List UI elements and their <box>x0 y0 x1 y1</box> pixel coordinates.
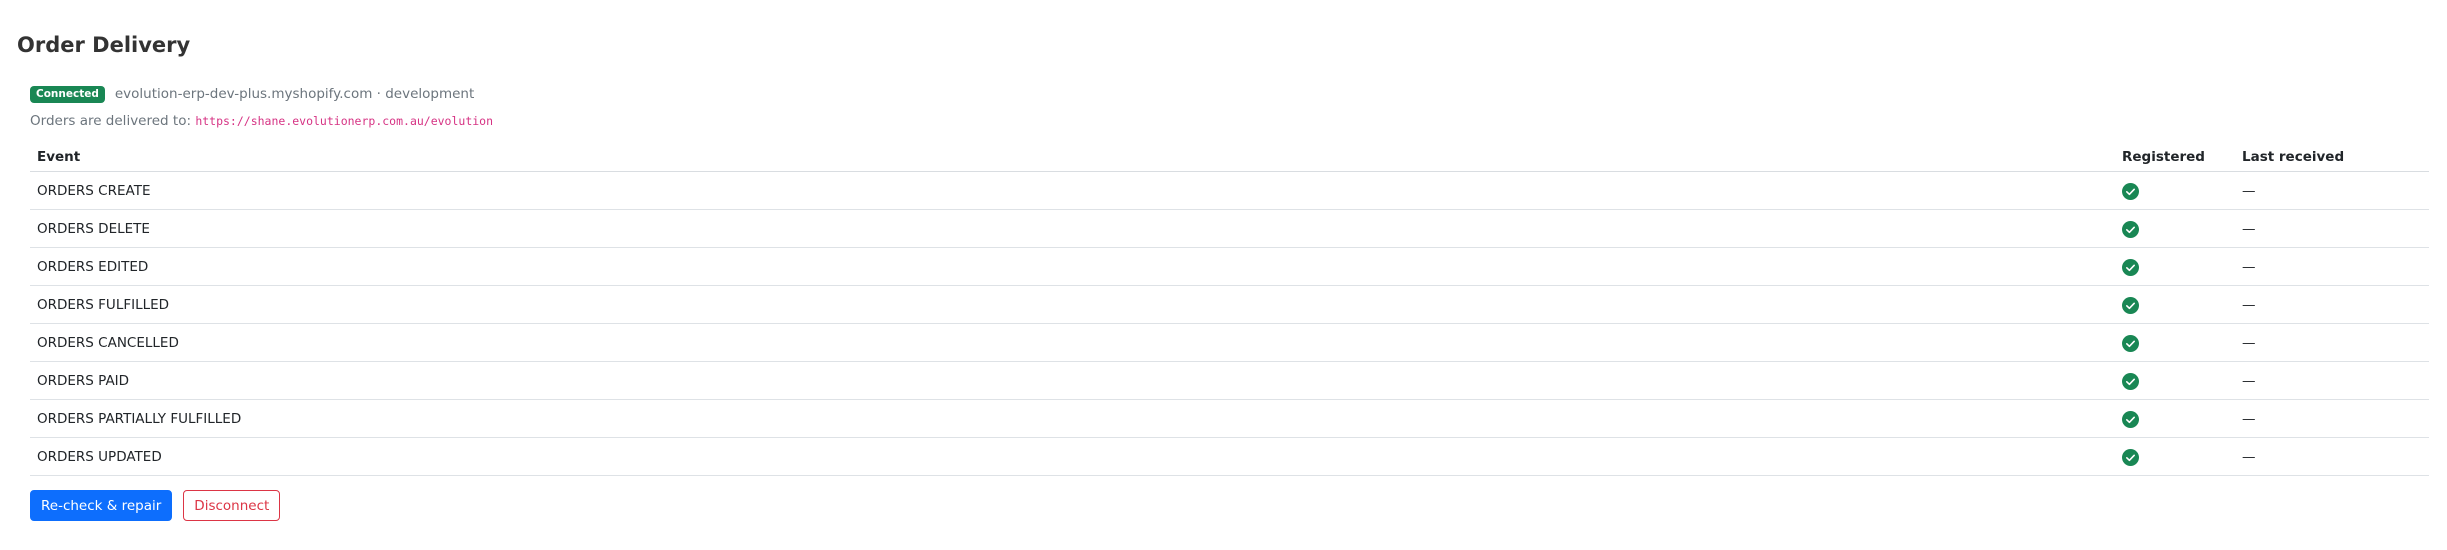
last-received-value: — <box>2235 171 2429 210</box>
table-row: ORDERS EDITED — <box>30 247 2429 286</box>
table-row: ORDERS PAID — <box>30 361 2429 400</box>
check-circle-icon <box>2122 297 2139 314</box>
event-name: ORDERS DELETE <box>30 209 2115 248</box>
last-received-value: — <box>2235 437 2429 476</box>
event-name: ORDERS FULFILLED <box>30 285 2115 324</box>
delivery-target-line: Orders are delivered to: https://shane.e… <box>30 111 493 131</box>
registered-cell <box>2115 247 2235 286</box>
recheck-repair-button[interactable]: Re-check & repair <box>30 490 173 521</box>
table-row: ORDERS FULFILLED — <box>30 285 2429 324</box>
registered-cell <box>2115 323 2235 362</box>
last-received-value: — <box>2235 399 2429 438</box>
check-circle-icon <box>2122 183 2139 200</box>
last-received-value: — <box>2235 323 2429 362</box>
store-name: evolution-erp-dev-plus.myshopify.com · d… <box>114 86 475 102</box>
last-received-value: — <box>2235 209 2429 248</box>
check-circle-icon <box>2122 335 2139 352</box>
event-name: ORDERS CANCELLED <box>30 323 2115 362</box>
check-circle-icon <box>2122 449 2139 466</box>
disconnect-button[interactable]: Disconnect <box>183 490 281 521</box>
table-header-row: Event Registered Last received <box>30 143 2429 172</box>
header-last-received: Last received <box>2235 143 2429 172</box>
registered-cell <box>2115 285 2235 324</box>
check-circle-icon <box>2122 259 2139 276</box>
last-received-value: — <box>2235 247 2429 286</box>
check-circle-icon <box>2122 221 2139 238</box>
last-received-value: — <box>2235 361 2429 400</box>
event-name: ORDERS PAID <box>30 361 2115 400</box>
registered-cell <box>2115 361 2235 400</box>
delivery-prefix: Orders are delivered to: <box>30 113 192 129</box>
last-received-value: — <box>2235 285 2429 324</box>
table-row: ORDERS UPDATED — <box>30 437 2429 476</box>
event-name: ORDERS CREATE <box>30 171 2115 210</box>
status-badge: Connected <box>30 85 105 103</box>
events-table-body: ORDERS CREATE — ORDERS DELETE — ORDERS EDITE… <box>30 171 2429 476</box>
delivery-url: https://shane.evolutionerp.com.au/evolut… <box>195 114 494 128</box>
check-circle-icon <box>2122 373 2139 390</box>
header-event: Event <box>30 143 2115 172</box>
table-row: ORDERS PARTIALLY FULFILLED — <box>30 399 2429 438</box>
order-delivery-page: Order Delivery Connected evolution-erp-d… <box>0 0 2447 550</box>
actions-bar: Re-check & repair Disconnect <box>30 490 281 521</box>
event-name: ORDERS PARTIALLY FULFILLED <box>30 399 2115 438</box>
table-row: ORDERS CREATE — <box>30 171 2429 210</box>
event-name: ORDERS UPDATED <box>30 437 2115 476</box>
page-title: Order Delivery <box>17 33 191 57</box>
event-name: ORDERS EDITED <box>30 247 2115 286</box>
events-table: Event Registered Last received ORDERS CR… <box>30 143 2429 476</box>
connection-status-line: Connected evolution-erp-dev-plus.myshopi… <box>30 84 474 104</box>
header-registered: Registered <box>2115 143 2235 172</box>
registered-cell <box>2115 209 2235 248</box>
registered-cell <box>2115 399 2235 438</box>
table-row: ORDERS CANCELLED — <box>30 323 2429 362</box>
registered-cell <box>2115 437 2235 476</box>
check-circle-icon <box>2122 411 2139 428</box>
table-row: ORDERS DELETE — <box>30 209 2429 248</box>
registered-cell <box>2115 171 2235 210</box>
